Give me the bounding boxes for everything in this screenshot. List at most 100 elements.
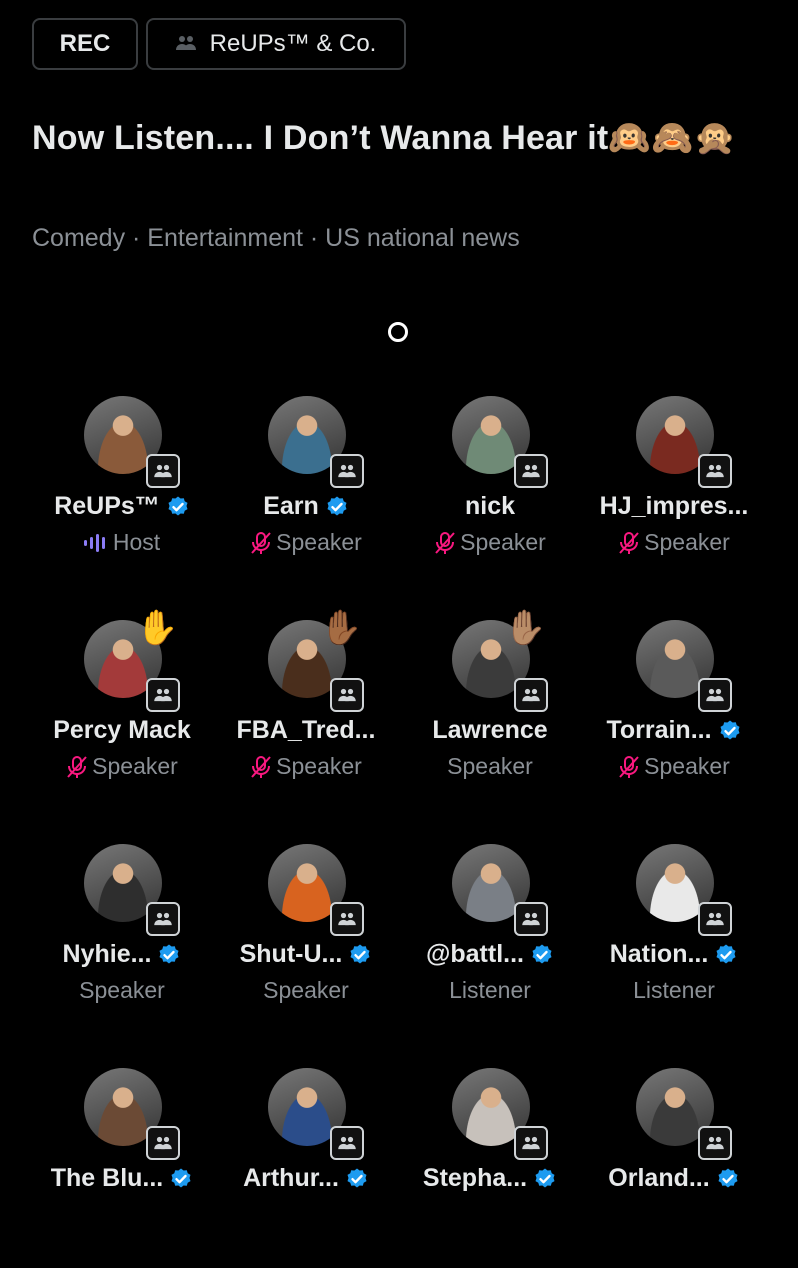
participant-name-row: Percy Mack — [30, 716, 214, 745]
verified-badge-icon — [157, 943, 181, 967]
participant-name-row: The Blu... — [30, 1164, 214, 1193]
participant-name-row: Arthur... — [214, 1164, 398, 1193]
community-button[interactable]: ReUPs™ & Co. — [146, 18, 406, 70]
participant-card[interactable]: nick Speaker — [398, 396, 582, 596]
community-member-icon — [698, 902, 732, 936]
participant-card[interactable]: Orland... — [582, 1068, 766, 1268]
avatar-container: ✋🏽 — [452, 609, 548, 712]
avatar-container — [636, 844, 732, 936]
participant-name: Lawrence — [432, 716, 548, 744]
avatar-container — [452, 1068, 548, 1160]
community-member-icon — [146, 678, 180, 712]
participant-card[interactable]: The Blu... — [30, 1068, 214, 1268]
community-member-icon — [514, 678, 548, 712]
participant-name-row: Shut-U... — [214, 940, 398, 969]
muted-mic-icon — [618, 755, 640, 779]
participant-card[interactable]: @battl... Listener — [398, 844, 582, 1044]
community-member-icon — [698, 1126, 732, 1160]
community-member-icon — [146, 1126, 180, 1160]
verified-badge-icon — [166, 495, 190, 519]
participant-card[interactable]: ✋🏽 Lawrence Speaker — [398, 609, 582, 820]
pager-indicator — [388, 322, 408, 342]
participant-card[interactable]: Nation... Listener — [582, 844, 766, 1044]
participant-name-row: ReUPs™ — [30, 492, 214, 521]
verified-badge-icon — [716, 1167, 740, 1191]
participant-name: Earn — [263, 492, 319, 520]
top-bar: REC ReUPs™ & Co. — [32, 18, 406, 70]
participant-role: Listener — [633, 977, 715, 1003]
community-member-icon — [146, 454, 180, 488]
participant-role-row: Speaker — [30, 753, 214, 780]
participant-card[interactable]: Shut-U... Speaker — [214, 844, 398, 1044]
participant-name-row: Lawrence — [398, 716, 582, 745]
participant-name-row: Torrain... — [582, 716, 766, 745]
community-label: ReUPs™ & Co. — [209, 30, 377, 57]
rec-label: REC — [59, 30, 111, 57]
verified-badge-icon — [345, 1167, 369, 1191]
participant-role-row: Speaker — [214, 753, 398, 780]
community-member-icon — [514, 902, 548, 936]
participant-role: Speaker — [276, 529, 362, 555]
muted-mic-icon — [250, 531, 272, 555]
participant-name-row: Orland... — [582, 1164, 766, 1193]
participant-role: Speaker — [79, 977, 165, 1003]
participant-name-row: FBA_Tred... — [214, 716, 398, 745]
community-member-icon — [330, 902, 364, 936]
avatar-container — [268, 1068, 364, 1160]
participant-card[interactable]: HJ_impres... Speaker — [582, 396, 766, 596]
participant-name: Nation... — [609, 940, 709, 968]
verified-badge-icon — [325, 495, 349, 519]
community-icon — [175, 30, 196, 58]
participant-name-row: Nyhie... — [30, 940, 214, 969]
avatar-container — [84, 396, 180, 488]
community-member-icon — [698, 678, 732, 712]
rec-button[interactable]: REC — [32, 18, 138, 70]
participant-name-row: @battl... — [398, 940, 582, 969]
space-title: Now Listen.... I Don’t Wanna Hear it🙉🙈🙊 — [32, 119, 737, 157]
participant-name: HJ_impres... — [599, 492, 749, 520]
participant-card[interactable]: Torrain... Speaker — [582, 620, 766, 820]
community-member-icon — [514, 454, 548, 488]
avatar-container — [452, 844, 548, 936]
community-member-icon — [146, 902, 180, 936]
participant-name-row: Stepha... — [398, 1164, 582, 1193]
community-member-icon — [330, 1126, 364, 1160]
verified-badge-icon — [169, 1167, 193, 1191]
participant-name: The Blu... — [50, 1164, 164, 1192]
participant-card[interactable]: ✋ Percy Mack Speaker — [30, 609, 214, 820]
participant-name: Percy Mack — [53, 716, 191, 744]
participant-role: Listener — [449, 977, 531, 1003]
verified-badge-icon — [714, 943, 738, 967]
avatar-container — [636, 396, 732, 488]
participant-role: Speaker — [276, 753, 362, 779]
participant-card[interactable]: Arthur... — [214, 1068, 398, 1268]
verified-badge-icon — [530, 943, 554, 967]
participant-card[interactable]: Earn Speaker — [214, 396, 398, 596]
avatar-container: ✋ — [84, 609, 180, 712]
participant-role: Speaker — [644, 753, 730, 779]
participant-card[interactable]: ✋🏾 FBA_Tred... Speaker — [214, 609, 398, 820]
muted-mic-icon — [434, 531, 456, 555]
participant-name: nick — [464, 492, 516, 520]
participant-role-row: Speaker — [30, 977, 214, 1004]
avatar-container — [452, 396, 548, 488]
community-member-icon — [514, 1126, 548, 1160]
avatar-container — [84, 844, 180, 936]
participant-role-row: Listener — [582, 977, 766, 1004]
community-member-icon — [698, 454, 732, 488]
participant-name-row: HJ_impres... — [582, 492, 766, 521]
participant-card[interactable]: Stepha... — [398, 1068, 582, 1268]
muted-mic-icon — [250, 755, 272, 779]
participant-role-row: Speaker — [398, 753, 582, 780]
avatar-container — [636, 1068, 732, 1160]
verified-badge-icon — [718, 719, 742, 743]
participant-card[interactable]: ReUPs™ Host — [30, 396, 214, 596]
muted-mic-icon — [618, 531, 640, 555]
raised-hand-icon: ✋🏽 — [504, 609, 547, 647]
verified-badge-icon — [348, 943, 372, 967]
participant-name: Stepha... — [422, 1164, 528, 1192]
participant-role-row: Speaker — [214, 977, 398, 1004]
audio-bars-icon — [83, 533, 105, 552]
participant-card[interactable]: Nyhie... Speaker — [30, 844, 214, 1044]
participant-name: Arthur... — [243, 1164, 339, 1192]
